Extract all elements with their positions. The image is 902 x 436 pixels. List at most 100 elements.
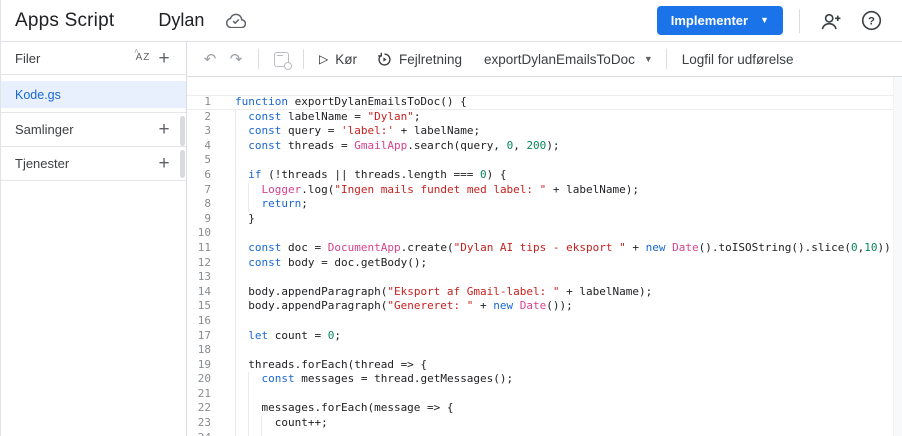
code-line[interactable]: 2 const labelName = "Dylan";	[187, 110, 902, 125]
execution-log-button[interactable]: Logfil for udførelse	[676, 52, 800, 67]
code-line[interactable]: 19 threads.forEach(thread => {	[187, 358, 902, 373]
code-line[interactable]: 6 if (!threads || threads.length === 0) …	[187, 168, 902, 183]
svg-text:?: ?	[868, 16, 875, 28]
code-line[interactable]: 21	[187, 387, 902, 402]
code-line[interactable]: 13	[187, 270, 902, 285]
redo-icon: ↷	[230, 50, 243, 68]
indent-guide	[235, 372, 236, 387]
indent-guide	[235, 256, 236, 271]
code-line[interactable]: 8 return;	[187, 197, 902, 212]
app-logo[interactable]: Apps Script	[15, 10, 114, 32]
sidebar-file-kode-gs[interactable]: Kode.gs	[1, 81, 186, 108]
code-editor[interactable]: 1function exportDylanEmailsToDoc() {2 co…	[187, 77, 902, 436]
code-line[interactable]: 22 messages.forEach(message => {	[187, 401, 902, 416]
indent-guide	[235, 183, 236, 198]
code-line[interactable]: 24	[187, 431, 902, 436]
person-add-icon	[820, 12, 842, 30]
line-number: 13	[187, 270, 211, 285]
toolbar-divider	[666, 49, 667, 69]
line-number: 2	[187, 110, 211, 125]
undo-button[interactable]: ↶	[197, 46, 223, 72]
add-library-button[interactable]: +	[154, 120, 174, 139]
indent-guide	[235, 270, 236, 285]
line-number: 17	[187, 329, 211, 344]
code-line[interactable]: 3 const query = 'label:' + labelName;	[187, 124, 902, 139]
code-line[interactable]: 18	[187, 343, 902, 358]
line-number: 23	[187, 416, 211, 431]
sidebar-scrollbar[interactable]	[180, 150, 185, 178]
line-number: 18	[187, 343, 211, 358]
code-text: body.appendParagraph("Genereret: " + new…	[235, 299, 573, 314]
code-text: messages.forEach(message => {	[235, 401, 454, 416]
play-icon: ▷	[319, 53, 328, 65]
redo-button[interactable]: ↷	[223, 46, 249, 72]
indent-guide	[235, 197, 236, 212]
files-header-label: Filer	[15, 51, 132, 66]
code-line[interactable]: 20 const messages = thread.getMessages()…	[187, 372, 902, 387]
code-line[interactable]: 16	[187, 314, 902, 329]
code-line[interactable]: 7 Logger.log("Ingen mails fundet med lab…	[187, 183, 902, 198]
indent-guide	[235, 285, 236, 300]
file-name: Kode.gs	[15, 88, 61, 102]
header-divider	[799, 9, 800, 33]
line-number: 9	[187, 212, 211, 227]
indent-guide	[235, 110, 236, 125]
code-line[interactable]: 10	[187, 226, 902, 241]
indent-guide	[248, 183, 249, 198]
services-label: Tjenester	[15, 156, 154, 171]
sort-files-button[interactable]: ˄AZ	[132, 50, 154, 66]
sidebar-scrollbar[interactable]	[180, 116, 185, 146]
function-selector[interactable]: exportDylanEmailsToDoc ▼	[480, 42, 657, 76]
code-line[interactable]: 12 const body = doc.getBody();	[187, 256, 902, 271]
line-number: 11	[187, 241, 211, 256]
line-number: 19	[187, 358, 211, 373]
indent-guide	[261, 431, 262, 436]
help-button[interactable]: ?	[858, 8, 884, 34]
indent-guide	[248, 197, 249, 212]
save-icon	[274, 52, 289, 67]
code-line[interactable]: 11 const doc = DocumentApp.create("Dylan…	[187, 241, 902, 256]
code-line[interactable]: 23 count++;	[187, 416, 902, 431]
code-text: const labelName = "Dylan";	[235, 110, 420, 125]
indent-guide	[235, 358, 236, 373]
sort-caret-icon: ˄	[134, 44, 140, 60]
indent-guide	[235, 416, 236, 431]
debug-button[interactable]: Fejlretning	[371, 42, 468, 76]
indent-guide	[235, 124, 236, 139]
code-line[interactable]: 14 body.appendParagraph("Eksport af Gmai…	[187, 285, 902, 300]
line-number: 5	[187, 153, 211, 168]
code-line[interactable]: 9 }	[187, 212, 902, 227]
chevron-down-icon: ▼	[644, 54, 653, 64]
run-button[interactable]: ▷ Kør	[313, 42, 363, 76]
indent-guide	[235, 299, 236, 314]
code-text: const messages = thread.getMessages();	[235, 372, 513, 387]
line-number: 4	[187, 139, 211, 154]
add-service-button[interactable]: +	[154, 154, 174, 173]
add-file-button[interactable]: +	[154, 49, 174, 68]
sidebar-item-services[interactable]: Tjenester +	[1, 147, 186, 181]
project-title[interactable]: Dylan	[158, 10, 204, 31]
toolbar-divider	[303, 49, 304, 69]
editor-column: ↶ ↷ ▷ Kør	[187, 42, 902, 436]
share-project-button[interactable]	[818, 8, 844, 34]
code-line[interactable]: 1function exportDylanEmailsToDoc() {	[187, 95, 902, 110]
code-text: const threads = GmailApp.search(query, 0…	[235, 139, 560, 154]
sidebar-item-libraries[interactable]: Samlinger +	[1, 113, 186, 147]
header: Apps Script Dylan Implementer ▼ ?	[1, 0, 902, 42]
code-line[interactable]: 15 body.appendParagraph("Genereret: " + …	[187, 299, 902, 314]
main-area: Filer ˄AZ + Kode.gs Samlinger + Tjeneste…	[1, 42, 902, 436]
code-line[interactable]: 5	[187, 153, 902, 168]
code-line[interactable]: 17 let count = 0;	[187, 329, 902, 344]
indent-guide	[235, 314, 236, 329]
files-panel-header: Filer ˄AZ +	[1, 42, 186, 75]
selected-function-label: exportDylanEmailsToDoc	[484, 52, 635, 67]
save-project-button[interactable]	[268, 46, 294, 72]
debug-icon	[377, 52, 392, 67]
deploy-button[interactable]: Implementer ▼	[657, 6, 783, 35]
editor-scrollbar[interactable]	[893, 77, 902, 436]
code-text: function exportDylanEmailsToDoc() {	[235, 95, 467, 110]
undo-icon: ↶	[204, 50, 217, 68]
code-text: Logger.log("Ingen mails fundet med label…	[235, 183, 639, 198]
code-line[interactable]: 4 const threads = GmailApp.search(query,…	[187, 139, 902, 154]
code-text: body.appendParagraph("Eksport af Gmail-l…	[235, 285, 652, 300]
